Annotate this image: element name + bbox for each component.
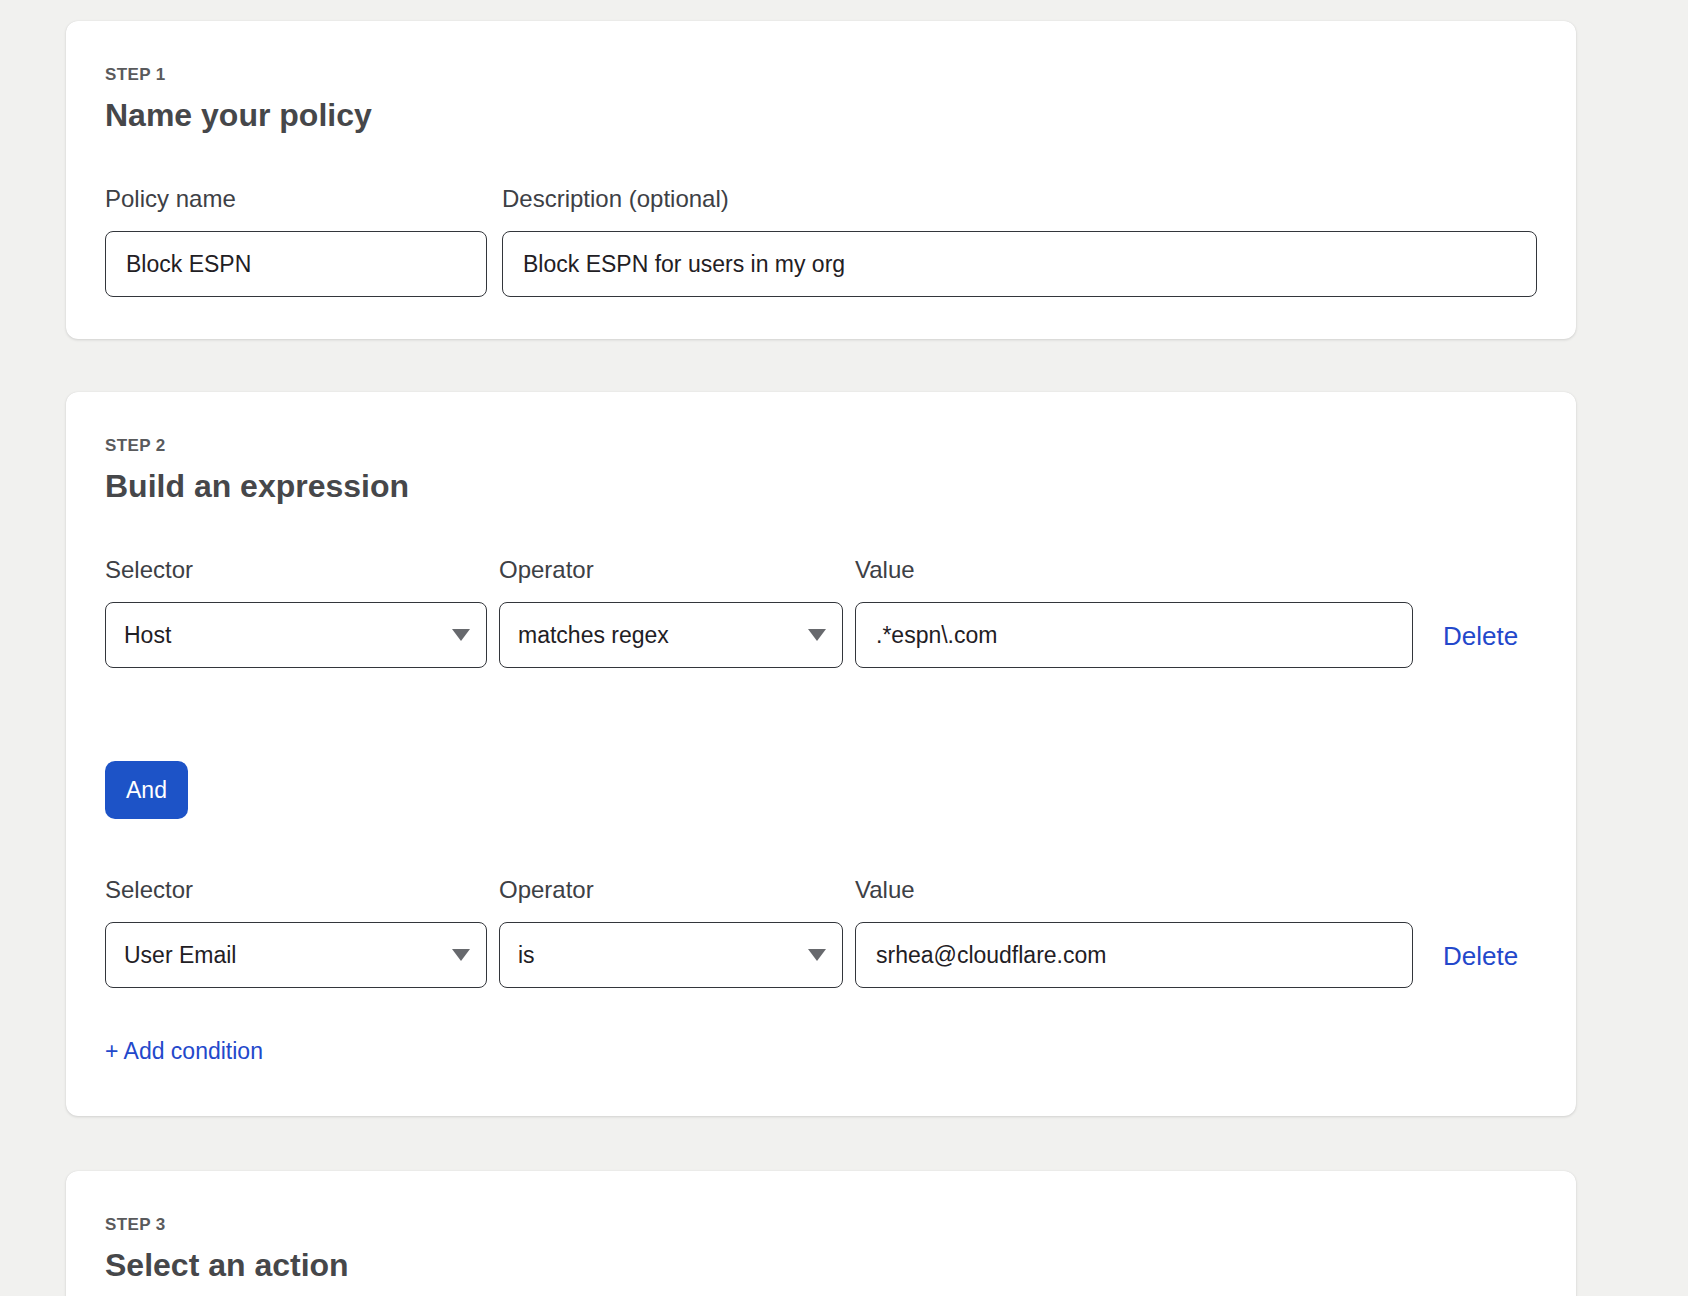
selector-label: Selector [105,878,487,902]
condition-row: Selector Host Operator matches regex Val… [105,558,1537,668]
operator-value: is [518,942,535,969]
step1-card: STEP 1 Name your policy Policy name Desc… [66,21,1576,339]
selector-label: Selector [105,558,487,582]
step3-card: STEP 3 Select an action [66,1171,1576,1296]
operator-label: Operator [499,558,843,582]
step2-card: STEP 2 Build an expression Selector Host… [66,392,1576,1116]
step2-title: Build an expression [105,467,1537,505]
step3-title: Select an action [105,1246,1537,1284]
delete-condition-link[interactable]: Delete [1443,941,1518,971]
value-input[interactable] [855,602,1413,668]
policy-name-input[interactable] [105,231,487,297]
step3-label: STEP 3 [105,1215,1537,1235]
chevron-down-icon [808,629,826,641]
operator-dropdown[interactable]: is [499,922,843,988]
step1-label: STEP 1 [105,65,1537,85]
selector-value: User Email [124,942,236,969]
chevron-down-icon [452,629,470,641]
add-condition-link[interactable]: + Add condition [105,1038,263,1064]
step2-label: STEP 2 [105,436,1537,456]
step1-title: Name your policy [105,96,1537,134]
description-input[interactable] [502,231,1537,297]
chevron-down-icon [452,949,470,961]
description-label: Description (optional) [502,187,1537,211]
operator-value: matches regex [518,622,669,649]
and-button[interactable]: And [105,761,188,819]
operator-dropdown[interactable]: matches regex [499,602,843,668]
value-input[interactable] [855,922,1413,988]
value-label: Value [855,878,1413,902]
selector-dropdown[interactable]: Host [105,602,487,668]
policy-name-label: Policy name [105,187,487,211]
selector-dropdown[interactable]: User Email [105,922,487,988]
delete-condition-link[interactable]: Delete [1443,621,1518,651]
value-label: Value [855,558,1413,582]
chevron-down-icon [808,949,826,961]
operator-label: Operator [499,878,843,902]
selector-value: Host [124,622,171,649]
condition-row: Selector User Email Operator is Value [105,878,1537,988]
